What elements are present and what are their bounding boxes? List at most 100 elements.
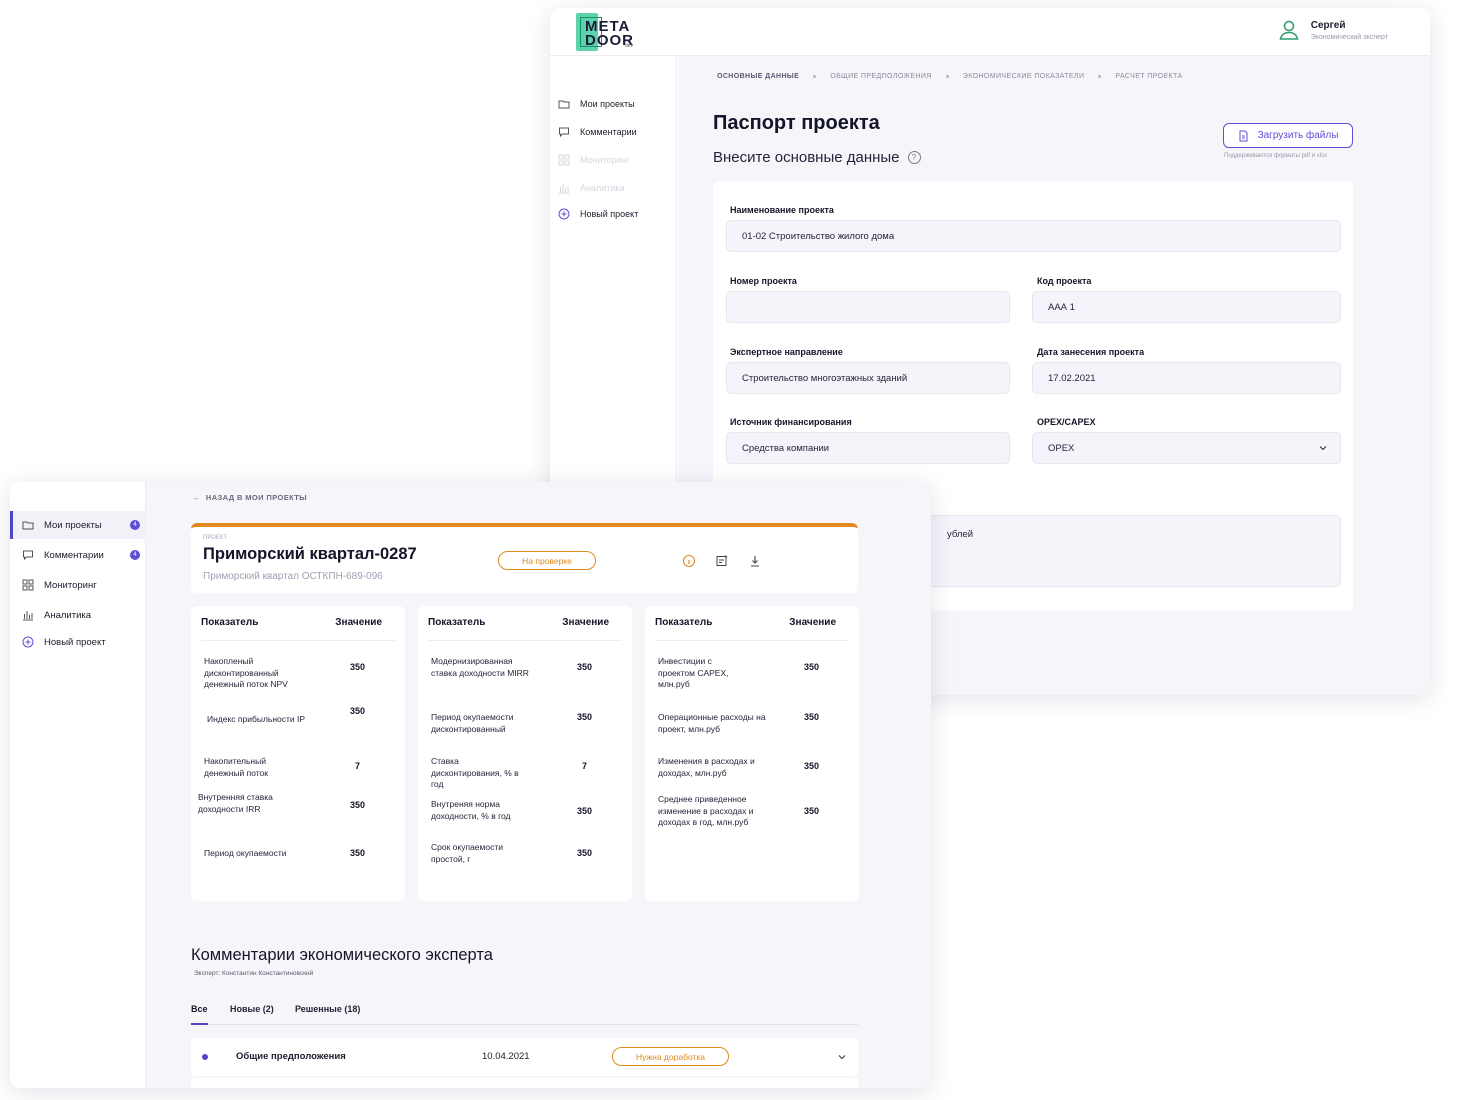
chevron-down-icon [1319, 446, 1327, 451]
expert-direction-input[interactable]: Строительство многоэтажных зданий [726, 362, 1010, 394]
sidebar-item-analytics[interactable]: Аналитика [10, 601, 146, 629]
count-badge: 4 [130, 520, 140, 530]
step-separator [945, 75, 949, 78]
user-icon [1279, 20, 1299, 40]
top-bar: META DOOR dev Сергей Экономический экспе… [550, 8, 1430, 56]
opex-capex-value: OPEX [1048, 442, 1075, 454]
sidebar-item-label: Комментарии [44, 549, 104, 561]
project-code-input[interactable]: ААА 1 [1032, 291, 1341, 323]
tab-new[interactable]: Новые (2) [230, 1004, 274, 1025]
sidebar-item-label: Новый проект [580, 209, 639, 219]
project-name-input[interactable]: 01-02 Строительство жилого дома [726, 220, 1341, 252]
metrics-header: Показатель Значение [201, 617, 395, 641]
user-menu[interactable]: Сергей Экономический эксперт [1277, 18, 1388, 42]
project-number-label: Номер проекта [730, 276, 797, 286]
metadoor-logo[interactable]: META DOOR dev [576, 13, 638, 53]
metric-value: 350 [577, 662, 593, 672]
project-number-input[interactable] [726, 291, 1010, 323]
value-header: Значение [789, 617, 836, 628]
metric-label: Индекс прибыльности IP [207, 714, 306, 724]
sidebar-item-new-project[interactable]: Новый проект [10, 628, 146, 656]
opex-capex-select[interactable]: OPEX [1032, 432, 1341, 464]
entry-date-input[interactable]: 17.02.2021 [1032, 362, 1341, 394]
plus-circle-icon [558, 208, 570, 220]
funding-source-input[interactable]: Средства компании [726, 432, 1010, 464]
user-name: Сергей [1310, 19, 1346, 31]
upload-files-button[interactable]: Загрузить файлы [1223, 123, 1353, 148]
metrics-card-1: Показатель Значение Накопленый дисконтир… [191, 606, 405, 901]
step-economic-indicators[interactable]: ЭКОНОМИЧЕСКИЕ ПОКАЗАТЕЛИ [963, 73, 1085, 80]
user-role: Экономический эксперт [1310, 33, 1388, 41]
budget-partial-text: ублей [947, 529, 974, 540]
comment-icon [23, 550, 33, 561]
metric-value: 350 [350, 848, 366, 858]
metric-value: 7 [355, 761, 361, 771]
step-project-calculation[interactable]: РАСЧЕТ ПРОЕКТА [1115, 73, 1182, 80]
comment-title: Общие предположения [236, 1051, 346, 1062]
metric-label: Внутреняя норма доходности, % в год [431, 799, 511, 821]
metric-value: 350 [804, 662, 820, 672]
project-name-label: Наименование проекта [730, 205, 834, 215]
project-kicker: ПРОЕКТ [203, 535, 228, 541]
info-icon[interactable] [682, 554, 696, 568]
sidebar-item-new-project[interactable]: Новый проект [558, 208, 638, 220]
page-title: Паспорт проекта [713, 112, 880, 134]
sidebar-item-analytics[interactable]: Аналитика [558, 182, 625, 194]
comment-icon [559, 127, 569, 138]
project-window: Мои проекты 4 Комментарии 4 Мониторинг А… [10, 482, 931, 1088]
sidebar-item-monitoring[interactable]: Мониторинг [558, 154, 630, 166]
bar-chart-icon [559, 184, 569, 194]
edit-document-icon[interactable] [715, 554, 729, 568]
metric-value: 350 [577, 712, 593, 722]
sidebar-item-comments[interactable]: Комментарии 4 [10, 541, 146, 569]
tab-resolved[interactable]: Решенные (18) [295, 1004, 360, 1025]
sidebar-item-my-projects[interactable]: Мои проекты 4 [10, 511, 146, 539]
chevron-down-icon[interactable] [837, 1052, 847, 1062]
metric-label: Внутренняя ставка доходности IRR [198, 792, 273, 814]
help-icon[interactable]: ? [907, 151, 921, 164]
metric-label: Ставка дисконтирования, % в год [431, 756, 519, 789]
project-code: Приморский квартал ОСТКПН-689-096 [203, 571, 383, 582]
metric-label: Период окупаемости [204, 848, 287, 858]
step-separator [1098, 75, 1102, 78]
step-general-assumptions[interactable]: ОБЩИЕ ПРЕДПОЛОЖЕНИЯ [830, 73, 932, 80]
upload-hint: Поддерживаются форматы pdf и xlsx [1224, 153, 1328, 159]
sidebar-item-monitoring[interactable]: Мониторинг [10, 571, 146, 599]
folder-icon [22, 521, 34, 530]
project-header-card: ПРОЕКТ Приморский квартал-0287 Приморски… [191, 523, 858, 593]
step-basic-data[interactable]: ОСНОВНЫЕ ДАННЫЕ [717, 73, 799, 80]
tab-all[interactable]: Все [191, 1004, 208, 1025]
download-icon[interactable] [748, 554, 762, 568]
metric-label: Накопленый дисконтированный денежный пот… [204, 656, 288, 689]
file-upload-icon [1239, 130, 1248, 141]
metrics-card-2: Показатель Значение Модернизированная ст… [418, 606, 632, 901]
metric-value: 350 [350, 800, 366, 810]
sidebar-item-my-projects[interactable]: Мои проекты [558, 98, 635, 110]
indicator-header: Показатель [201, 617, 259, 628]
metrics-header: Показатель Значение [655, 617, 849, 641]
sidebar-item-comments[interactable]: Комментарии [558, 126, 637, 138]
back-to-projects-link[interactable]: ← НАЗАД В МОИ ПРОЕКТЫ [193, 493, 307, 502]
metrics-card-3: Показатель Значение Инвестиции с проекто… [645, 606, 859, 901]
value-header: Значение [335, 617, 382, 628]
arrow-left-icon: ← [193, 493, 201, 502]
metric-label: Модернизированная ставка доходности MIRR [431, 656, 529, 678]
comment-date: 10.04.2021 [482, 1051, 530, 1062]
metric-value: 7 [582, 761, 588, 771]
back-link-label: НАЗАД В МОИ ПРОЕКТЫ [205, 493, 308, 502]
indicator-header: Показатель [655, 617, 713, 628]
sidebar-item-label: Мои проекты [580, 99, 635, 109]
subtitle-text: Внесите основные данные [713, 149, 900, 166]
count-badge: 4 [130, 550, 140, 560]
comment-row[interactable]: Общие предположения 10.04.2021 Нужна дор… [191, 1038, 858, 1076]
upload-label: Загрузить файлы [1257, 130, 1339, 141]
comments-tabs: Все Новые (2) Решенные (18) [191, 1004, 858, 1025]
step-separator [813, 75, 817, 78]
bar-chart-icon [23, 611, 33, 621]
metric-value: 350 [350, 662, 366, 672]
opex-capex-label: OPEX/CAPEX [1037, 417, 1096, 427]
metric-label: Период окупаемости дисконтированный [431, 712, 514, 734]
metric-value: 350 [804, 712, 820, 722]
sidebar-item-label: Комментарии [580, 127, 637, 137]
front-sidebar: Мои проекты 4 Комментарии 4 Мониторинг А… [10, 482, 146, 1088]
